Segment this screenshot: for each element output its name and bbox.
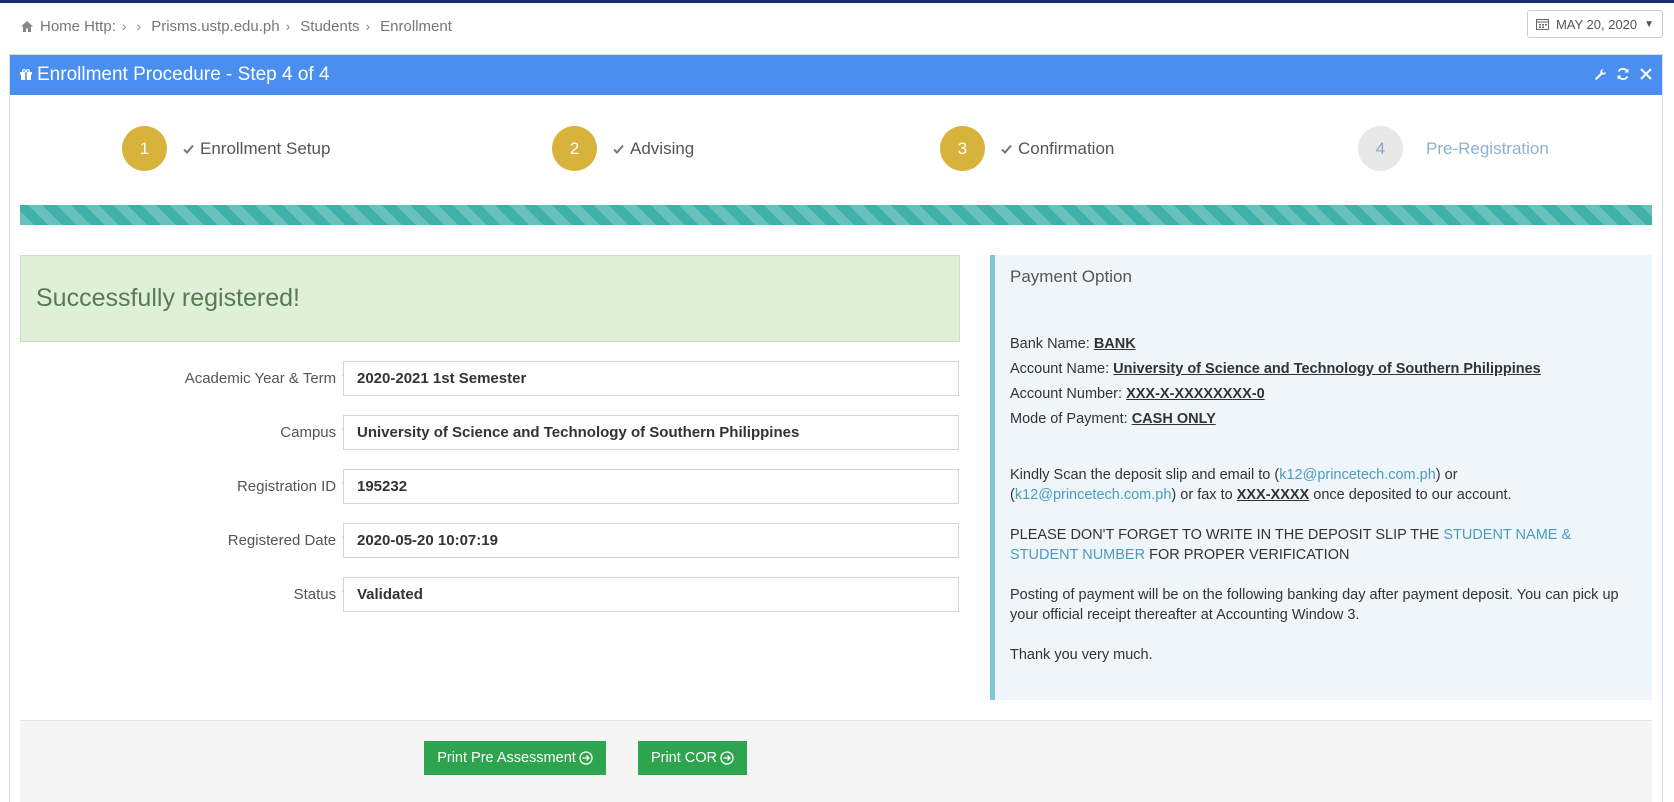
scan-text: Kindly Scan the deposit slip and email t… xyxy=(1010,467,1280,483)
step-number: 1 xyxy=(122,126,167,171)
payment-option-box: Payment Option Bank Name: BANK Account N… xyxy=(990,255,1652,700)
reminder-text: PLEASE DON'T FORGET TO WRITE IN THE DEPO… xyxy=(1010,525,1610,565)
step-label-text: Enrollment Setup xyxy=(200,138,331,158)
step-number: 4 xyxy=(1358,126,1403,171)
form-row-registered-date: Registered Date* 2020-05-20 10:07:19 xyxy=(20,523,968,559)
breadcrumb: Home Http: › › Prisms.ustp.edu.ph › Stud… xyxy=(20,16,452,36)
reminder-part: PLEASE DON'T FORGET TO WRITE IN THE DEPO… xyxy=(1010,527,1444,543)
panel-title: Enrollment Procedure - Step 4 of 4 xyxy=(37,64,330,85)
scan-text: once deposited to our account. xyxy=(1309,487,1512,503)
scan-instructions: Kindly Scan the deposit slip and email t… xyxy=(1010,465,1610,505)
payment-title: Payment Option xyxy=(1010,267,1132,286)
field-label: Status* xyxy=(294,586,348,603)
chevron-right-icon: › xyxy=(121,18,127,34)
reminder-part: FOR PROPER VERIFICATION xyxy=(1145,547,1350,563)
registered-date-field: 2020-05-20 10:07:19 xyxy=(343,523,959,558)
account-number-value: XXX-X-XXXXXXXX-0 xyxy=(1126,386,1265,402)
breadcrumb-home[interactable]: Home Http: xyxy=(40,18,116,35)
button-label: Print Pre Assessment xyxy=(437,750,576,766)
mode-value: CASH ONLY xyxy=(1131,411,1216,427)
email-link[interactable]: k12@princetech.com.ph xyxy=(1015,487,1172,503)
field-label-text: Academic Year & Term xyxy=(184,370,337,387)
bank-name-label: Bank Name: xyxy=(1010,336,1090,352)
success-message: Successfully registered! xyxy=(36,284,301,312)
thanks-text: Thank you very much. xyxy=(1010,647,1153,663)
date-value: MAY 20, 2020 xyxy=(1555,16,1638,32)
step-label-text: Confirmation xyxy=(1018,138,1115,158)
check-icon xyxy=(183,144,194,154)
date-picker[interactable]: MAY 20, 2020 ▼ xyxy=(1527,10,1663,38)
circle-arrow-right-icon xyxy=(579,751,593,765)
step-label-text: Pre-Registration xyxy=(1426,138,1549,158)
panel-header: Enrollment Procedure - Step 4 of 4 xyxy=(10,55,1662,95)
mode-label: Mode of Payment: xyxy=(1010,411,1128,427)
wrench-icon[interactable] xyxy=(1592,65,1608,83)
step-number: 3 xyxy=(940,126,985,171)
check-icon xyxy=(1001,144,1012,154)
chevron-right-icon: › xyxy=(365,18,371,34)
email-link[interactable]: k12@princetech.com.ph xyxy=(1279,467,1436,483)
account-name-value: University of Science and Technology of … xyxy=(1113,361,1541,377)
print-cor-button[interactable]: Print COR xyxy=(638,741,747,775)
chevron-right-icon: › xyxy=(136,18,142,34)
campus-field: University of Science and Technology of … xyxy=(343,415,959,450)
breadcrumb-students[interactable]: Students xyxy=(300,18,359,35)
progress-bar xyxy=(20,205,1652,225)
breadcrumb-enrollment: Enrollment xyxy=(380,17,452,35)
home-icon xyxy=(21,20,33,32)
step-3[interactable]: 3 Confirmation xyxy=(940,126,1114,171)
success-alert: Successfully registered! xyxy=(20,255,960,342)
gift-icon xyxy=(20,69,32,80)
field-label: Academic Year & Term* xyxy=(185,370,348,387)
registration-id-field: 195232 xyxy=(343,469,959,504)
form-row-registration-id: Registration ID* 195232 xyxy=(20,469,968,505)
breadcrumb-site[interactable]: Prisms.ustp.edu.ph xyxy=(151,18,279,35)
field-label-text: Registration ID xyxy=(236,478,337,495)
bank-name-row: Bank Name: BANK xyxy=(1010,334,1652,354)
step-label: Advising xyxy=(613,139,694,159)
step-number: 2 xyxy=(552,126,597,171)
step-1[interactable]: 1 Enrollment Setup xyxy=(122,126,330,171)
academic-term-field: 2020-2021 1st Semester xyxy=(343,361,959,396)
form-footer: Print Pre Assessment Print COR xyxy=(20,720,1652,802)
panel-tools xyxy=(1592,65,1654,83)
step-4[interactable]: 4 Pre-Registration xyxy=(1358,126,1549,171)
account-name-label: Account Name: xyxy=(1010,361,1110,377)
enrollment-panel: Enrollment Procedure - Step 4 of 4 1 Enr… xyxy=(9,54,1663,802)
step-label-text: Advising xyxy=(630,138,695,158)
calendar-icon xyxy=(1535,19,1549,30)
caret-down-icon: ▼ xyxy=(1644,18,1655,30)
check-icon xyxy=(613,144,624,154)
circle-arrow-right-icon xyxy=(720,751,734,765)
step-2[interactable]: 2 Advising xyxy=(552,126,694,171)
posting-text: Posting of payment will be on the follow… xyxy=(1010,587,1619,623)
status-field: Validated xyxy=(343,577,959,612)
bank-name-value: BANK xyxy=(1093,336,1136,352)
field-label: Registration ID* xyxy=(237,478,348,495)
field-label-text: Status xyxy=(293,586,337,603)
form-row-status: Status* Validated xyxy=(20,577,968,613)
fax-value: XXX-XXXX xyxy=(1236,487,1310,503)
button-label: Print COR xyxy=(650,750,718,766)
field-label: Registered Date* xyxy=(228,532,348,549)
field-label-text: Campus xyxy=(280,424,337,441)
print-pre-assessment-button[interactable]: Print Pre Assessment xyxy=(424,741,606,775)
account-number-row: Account Number: XXX-X-XXXXXXXX-0 xyxy=(1010,384,1652,404)
scan-text: ) or fax to xyxy=(1171,487,1237,503)
field-label: Campus* xyxy=(280,424,348,441)
close-icon[interactable] xyxy=(1638,65,1654,83)
refresh-icon[interactable] xyxy=(1615,65,1631,83)
top-accent-line xyxy=(0,0,1674,3)
field-label-text: Registered Date xyxy=(227,532,337,549)
account-name-row: Account Name: University of Science and … xyxy=(1010,359,1652,379)
step-label: Confirmation xyxy=(1001,139,1114,159)
step-label: Enrollment Setup xyxy=(183,139,330,159)
account-number-label: Account Number: xyxy=(1010,386,1123,402)
mode-of-payment-row: Mode of Payment: CASH ONLY xyxy=(1010,409,1652,429)
form-row-academic-term: Academic Year & Term* 2020-2021 1st Seme… xyxy=(20,361,968,397)
form-row-campus: Campus* University of Science and Techno… xyxy=(20,415,968,451)
chevron-right-icon: › xyxy=(285,18,291,34)
